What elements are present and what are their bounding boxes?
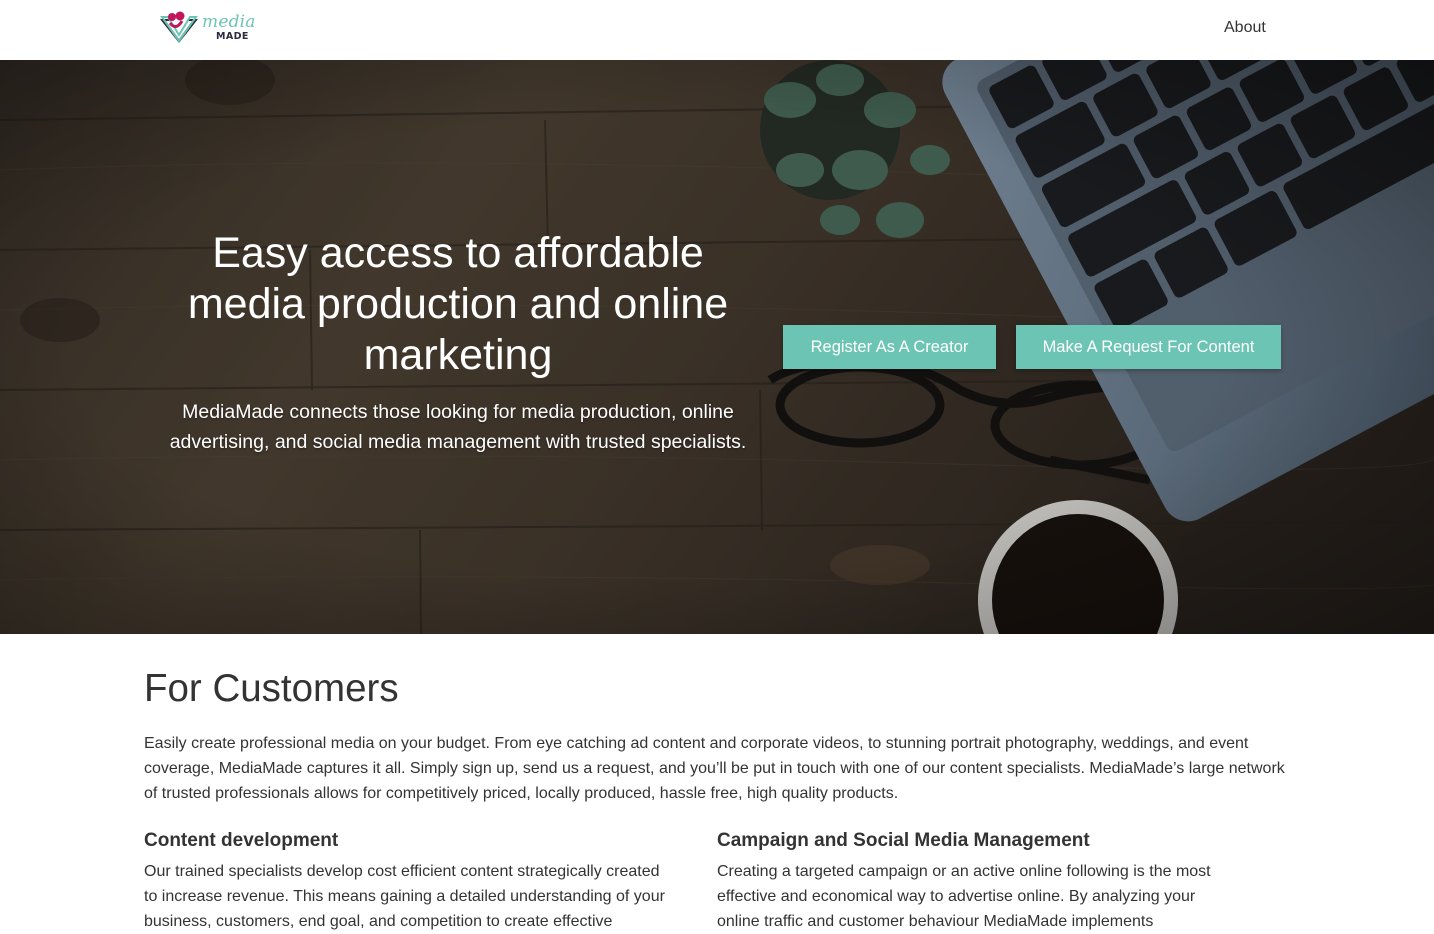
campaign-management-heading: Campaign and Social Media Management [717, 830, 1090, 851]
nav-link-about[interactable]: About [1224, 19, 1266, 37]
campaign-management-text: Creating a targeted campaign or an activ… [717, 863, 1211, 930]
content-development-heading: Content development [144, 830, 339, 851]
request-content-button[interactable]: Make A Request For Content [1016, 325, 1281, 369]
register-creator-button[interactable]: Register As A Creator [783, 325, 996, 369]
content-development-text: Our trained specialists develop cost eff… [144, 863, 665, 930]
hero-section: Easy access to affordable media producti… [0, 60, 1434, 634]
logo[interactable]: media MADE [158, 10, 258, 46]
section-intro: Easily create professional media on your… [144, 735, 1285, 802]
navbar: media MADE About [0, 0, 1434, 60]
logo-word-made: MADE [216, 31, 249, 43]
logo-mark-icon [160, 11, 198, 43]
section-title: For Customers [144, 667, 399, 710]
hero-title: Easy access to affordable media producti… [187, 229, 729, 379]
hero-subtitle: MediaMade connects those looking for med… [169, 401, 747, 453]
logo-word-media: media [202, 12, 256, 33]
